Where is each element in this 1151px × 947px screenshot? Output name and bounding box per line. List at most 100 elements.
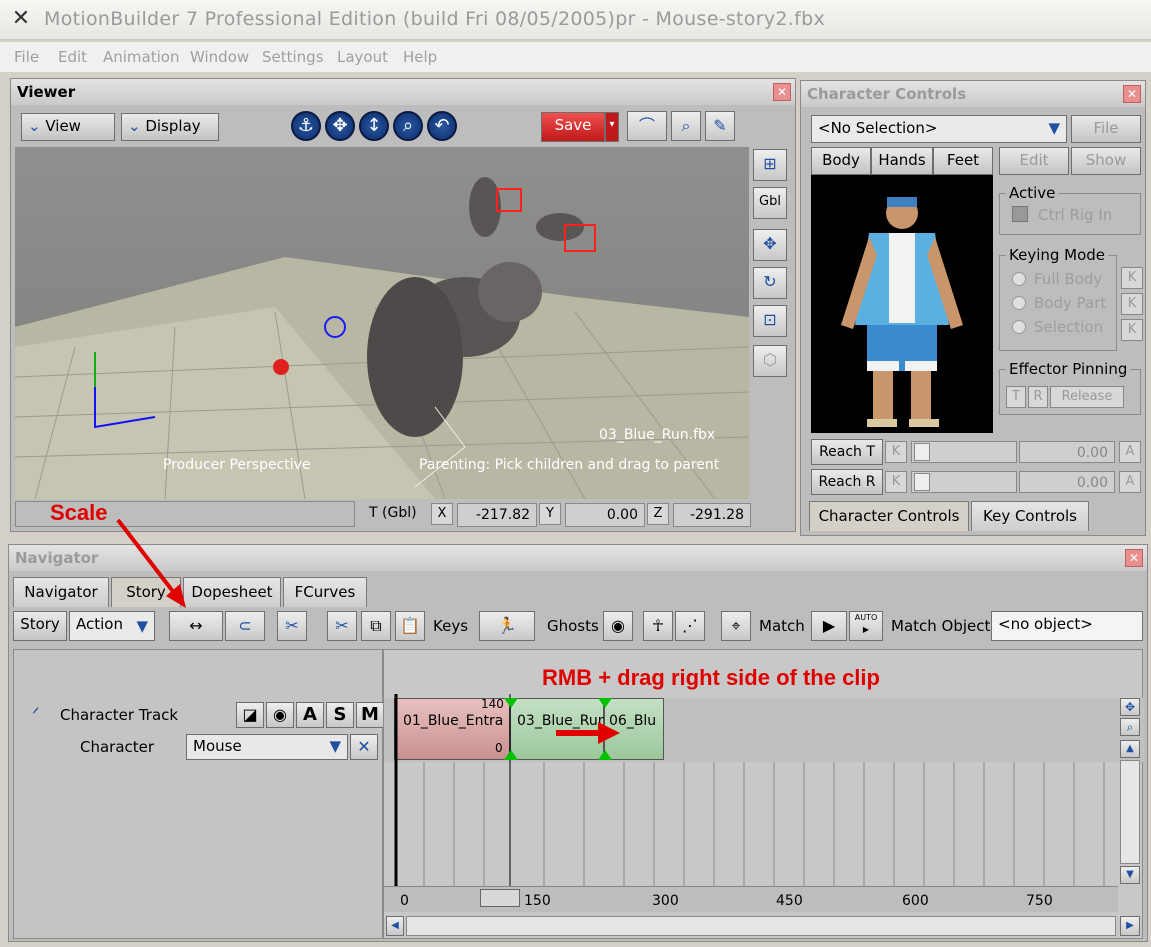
tab-feet[interactable]: Feet (933, 147, 993, 175)
ctrl-rig-in-checkbox[interactable] (1012, 206, 1028, 222)
key-body-part-button[interactable]: K (1121, 293, 1143, 315)
dolly-icon[interactable]: ↕ (359, 111, 389, 141)
character-selection-dropdown[interactable]: <No Selection> ▼ (811, 115, 1067, 143)
match-object-field[interactable]: <no object> (991, 611, 1143, 641)
pin-translation-button[interactable]: T (1006, 386, 1026, 408)
character-dropdown[interactable]: Mouse ▼ (186, 734, 348, 760)
view-dropdown[interactable]: ⌄ View (21, 113, 115, 141)
z-axis-button[interactable]: Z (647, 503, 669, 525)
scale-icon[interactable]: ⊡ (753, 305, 787, 337)
edit-button[interactable]: Edit (999, 147, 1069, 175)
vertical-scrollbar[interactable] (1120, 760, 1140, 864)
curve-tool-icon[interactable]: ⌒ (627, 111, 667, 141)
file-button[interactable]: File (1071, 115, 1141, 143)
track-m-button[interactable]: M (356, 702, 384, 728)
scroll-down-icon[interactable]: ▼ (1120, 866, 1140, 884)
reach-r-animate-button[interactable]: A (1119, 471, 1141, 493)
pan-icon[interactable]: ✥ (325, 111, 355, 141)
menu-settings[interactable]: Settings (262, 48, 324, 66)
ripple-icon[interactable]: ⊂ (225, 611, 265, 641)
pin-rotation-button[interactable]: R (1028, 386, 1048, 408)
menu-window[interactable]: Window (190, 48, 249, 66)
tab-character-controls[interactable]: Character Controls (809, 501, 969, 531)
character-preview[interactable] (811, 175, 993, 433)
reach-r-button[interactable]: Reach R (811, 469, 883, 495)
match-clip-icon[interactable]: ▶ (811, 611, 847, 641)
save-button[interactable]: Save (541, 112, 605, 142)
zoom-icon[interactable]: ⌕ (393, 111, 423, 141)
ghost-pivot-icon[interactable]: ⌖ (721, 611, 751, 641)
reach-t-key-button[interactable]: K (885, 441, 907, 463)
viewer-close-button[interactable]: ✕ (773, 83, 791, 101)
2d-zoom-icon[interactable]: ⌕ (671, 111, 701, 141)
x-axis-button[interactable]: X (431, 503, 453, 525)
action-dropdown[interactable]: Action ▼ (69, 611, 155, 641)
track-s-button[interactable]: S (326, 702, 354, 728)
tab-dopesheet[interactable]: Dopesheet (183, 577, 281, 607)
reach-t-slider-handle[interactable] (914, 443, 930, 461)
split-clip-icon[interactable]: ✂ (277, 611, 307, 641)
display-dropdown[interactable]: ⌄ Display (121, 113, 219, 141)
menu-file[interactable]: File (14, 48, 39, 66)
ghost-skeleton-icon[interactable]: ☥ (643, 611, 673, 641)
paste-icon[interactable]: 📋 (395, 611, 425, 641)
translate-icon[interactable]: ✥ (753, 229, 787, 261)
pen-tool-icon[interactable]: ✎ (705, 111, 735, 141)
reach-t-value[interactable]: 0.00 (1019, 441, 1115, 463)
undo-view-icon[interactable]: ↶ (427, 111, 457, 141)
time-ruler[interactable]: 0 150 300 450 600 750 (384, 886, 1118, 912)
cut-icon[interactable]: ✂ (327, 611, 357, 641)
menu-animation[interactable]: Animation (103, 48, 179, 66)
reach-r-key-button[interactable]: K (885, 471, 907, 493)
story-mode-button[interactable]: Story (13, 611, 67, 641)
track-solo-view-icon[interactable]: ◪ (236, 702, 264, 728)
tab-navigator[interactable]: Navigator (13, 577, 109, 607)
release-button[interactable]: Release (1050, 386, 1124, 408)
z-coordinate-field[interactable]: -291.28 (673, 503, 751, 527)
scroll-left-icon[interactable]: ◀ (386, 916, 404, 936)
scale-clip-icon[interactable]: ↔ (169, 611, 223, 641)
reach-t-animate-button[interactable]: A (1119, 441, 1141, 463)
show-button[interactable]: Show (1071, 147, 1141, 175)
orbit-icon[interactable]: ⚓ (291, 111, 321, 141)
menu-edit[interactable]: Edit (58, 48, 87, 66)
tab-fcurves[interactable]: FCurves (283, 577, 367, 607)
ghost-eye-icon[interactable]: ◉ (603, 611, 633, 641)
track-a-button[interactable]: A (296, 702, 324, 728)
reach-r-slider-handle[interactable] (914, 473, 930, 491)
keys-run-icon[interactable]: 🏃 (479, 611, 535, 641)
tab-key-controls[interactable]: Key Controls (971, 501, 1089, 531)
scroll-right-icon[interactable]: ▶ (1120, 916, 1140, 936)
selection-radio[interactable] (1012, 320, 1026, 334)
reach-t-button[interactable]: Reach T (811, 439, 883, 465)
menu-help[interactable]: Help (403, 48, 437, 66)
rotate-icon[interactable]: ↻ (753, 267, 787, 299)
key-full-body-button[interactable]: K (1121, 267, 1143, 289)
scroll-up-icon[interactable]: ▲ (1120, 740, 1140, 758)
track-eye-icon[interactable]: ◉ (266, 702, 294, 728)
navigator-close-button[interactable]: ✕ (1125, 549, 1143, 567)
menu-layout[interactable]: Layout (337, 48, 388, 66)
x-coordinate-field[interactable]: -217.82 (457, 503, 537, 527)
tab-story[interactable]: Story (111, 577, 181, 607)
ruler-range-handle[interactable] (480, 889, 520, 907)
body-part-radio[interactable] (1012, 296, 1026, 310)
timeline-expand-icon[interactable]: ✥ (1120, 698, 1140, 716)
timeline[interactable]: 01_Blue_Entra 140 0 03_Blue_Run 262 30 0… (383, 649, 1144, 939)
y-coordinate-field[interactable]: 0.00 (565, 503, 645, 527)
match-auto-icon[interactable]: AUTO ▶ (849, 611, 883, 641)
copy-icon[interactable]: ⧉ (361, 611, 391, 641)
character-controls-close-button[interactable]: ✕ (1123, 85, 1141, 103)
ghost-trajectory-icon[interactable]: ⋰ (675, 611, 705, 641)
tab-hands[interactable]: Hands (871, 147, 933, 175)
key-selection-button[interactable]: K (1121, 319, 1143, 341)
y-axis-button[interactable]: Y (539, 503, 561, 525)
reach-r-value[interactable]: 0.00 (1019, 471, 1115, 493)
gbl-button[interactable]: Gbl (753, 187, 787, 219)
character-plot-icon[interactable]: ✕ (350, 734, 378, 760)
save-menu-chevron-icon[interactable]: ▾ (605, 112, 619, 142)
3d-viewport[interactable]: Producer Perspective Parenting: Pick chi… (15, 147, 749, 499)
full-body-radio[interactable] (1012, 272, 1026, 286)
reach-r-slider[interactable] (911, 471, 1017, 493)
timeline-zoom-icon[interactable]: ⌕ (1120, 718, 1140, 736)
